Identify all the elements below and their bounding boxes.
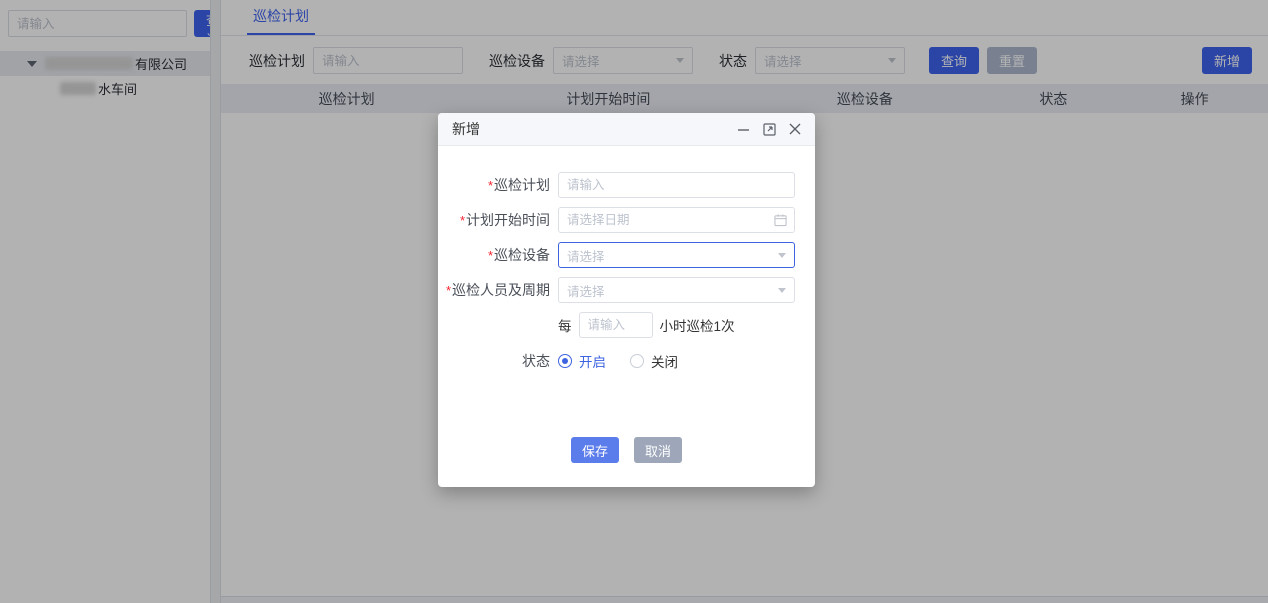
plan-name-input[interactable]: [558, 172, 795, 198]
cycle-prefix: 每: [558, 315, 572, 335]
radio-unselected-icon: [630, 354, 644, 368]
add-plan-dialog: 新增 *巡检计划: [438, 113, 815, 487]
start-time-input[interactable]: [558, 207, 795, 233]
required-mark: *: [460, 213, 465, 228]
dialog-header[interactable]: 新增: [438, 113, 815, 146]
maximize-icon[interactable]: [763, 123, 776, 136]
page: 查询 有限公司 水车间 巡检计划 巡检计划 巡检设备 请选择: [0, 0, 1268, 603]
close-icon[interactable]: [789, 123, 801, 135]
chevron-down-icon: [778, 253, 786, 258]
status-radio-off[interactable]: 关闭: [630, 351, 678, 371]
required-mark: *: [488, 178, 493, 193]
cancel-button[interactable]: 取消: [634, 437, 682, 463]
field-start-time-label: *计划开始时间: [438, 210, 550, 230]
required-mark: *: [488, 248, 493, 263]
dialog-body: *巡检计划 *计划开始时间: [438, 146, 815, 487]
chevron-down-icon: [778, 288, 786, 293]
field-status-label: 状态: [438, 351, 550, 371]
cycle-hours-input[interactable]: [579, 312, 653, 338]
save-button[interactable]: 保存: [571, 437, 619, 463]
radio-selected-icon: [558, 354, 572, 368]
field-person-cycle-label: *巡检人员及周期: [438, 280, 550, 300]
status-radio-on[interactable]: 开启: [558, 351, 606, 371]
person-cycle-select[interactable]: 请选择: [558, 277, 795, 303]
dialog-title: 新增: [452, 119, 480, 139]
field-plan-label: *巡检计划: [438, 175, 550, 195]
minimize-icon[interactable]: [737, 123, 750, 136]
device-select[interactable]: 请选择: [558, 242, 795, 268]
dialog-footer: 保存 取消: [438, 437, 815, 463]
field-device-label: *巡检设备: [438, 245, 550, 265]
cycle-suffix: 小时巡检1次: [660, 315, 735, 335]
required-mark: *: [446, 283, 451, 298]
calendar-icon[interactable]: [774, 214, 787, 227]
